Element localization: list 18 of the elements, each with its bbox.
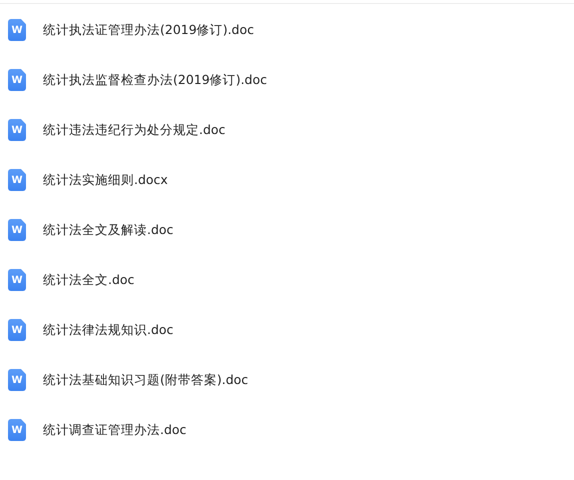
document-icon: W [8, 319, 26, 341]
document-icon: W [8, 169, 26, 191]
document-icon: W [8, 269, 26, 291]
file-name[interactable]: 统计法全文.doc [43, 269, 134, 291]
document-icon: W [8, 69, 26, 91]
file-name[interactable]: 统计法基础知识习题(附带答案).doc [43, 369, 248, 391]
document-icon: W [8, 219, 26, 241]
file-name[interactable]: 统计法实施细则.docx [43, 169, 168, 191]
file-name[interactable]: 统计执法监督检查办法(2019修订).doc [43, 69, 267, 91]
file-name[interactable]: 统计法全文及解读.doc [43, 219, 174, 241]
document-icon: W [8, 369, 26, 391]
file-name[interactable]: 统计违法违纪行为处分规定.doc [43, 119, 226, 141]
document-icon: W [8, 19, 26, 41]
file-name[interactable]: 统计法律法规知识.doc [43, 319, 174, 341]
file-name[interactable]: 统计调查证管理办法.doc [43, 419, 186, 441]
document-icon: W [8, 419, 26, 441]
file-name[interactable]: 统计执法证管理办法(2019修订).doc [43, 19, 254, 41]
document-icon: W [8, 119, 26, 141]
